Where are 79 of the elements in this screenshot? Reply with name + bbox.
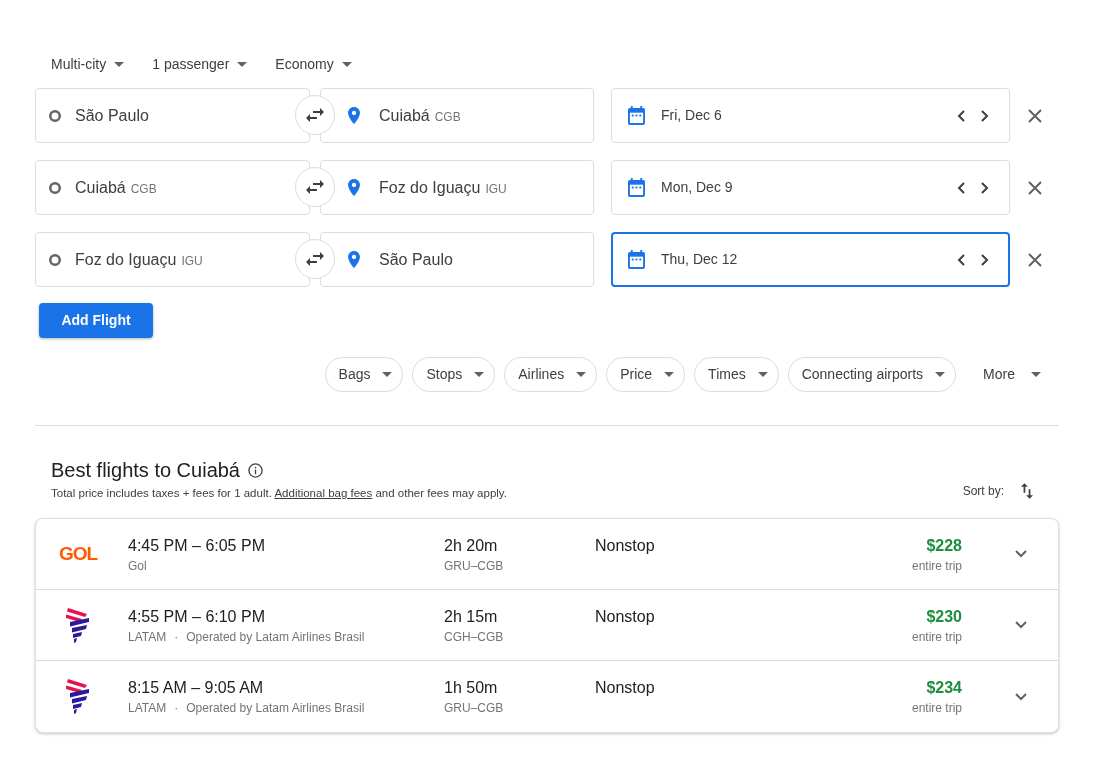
close-icon bbox=[1028, 180, 1042, 195]
caret-down-icon bbox=[237, 61, 248, 67]
route-codes: CGH–CGB bbox=[444, 629, 504, 645]
flight-times: 8:15 AM – 9:05 AM bbox=[128, 678, 264, 698]
caret-down-icon bbox=[1031, 372, 1041, 377]
airline-name: LATAM bbox=[128, 700, 167, 716]
separator-dot: · bbox=[174, 629, 179, 645]
date-field[interactable]: Thu, Dec 12 bbox=[611, 232, 1010, 287]
price-note: entire trip bbox=[911, 558, 962, 574]
flight-duration: 2h 15m bbox=[444, 607, 498, 627]
chevron-left-icon bbox=[957, 181, 965, 194]
bag-fees-link[interactable]: Additional bag fees bbox=[274, 487, 373, 499]
airline-logo: GOL bbox=[58, 543, 98, 565]
origin-field[interactable]: São Paulo bbox=[35, 88, 310, 143]
swap-icon bbox=[306, 252, 324, 266]
caret-down-icon bbox=[576, 372, 587, 377]
route-codes: GRU–CGB bbox=[444, 558, 504, 574]
swap-icon bbox=[306, 108, 324, 122]
swap-icon bbox=[306, 180, 324, 194]
dropdown-button[interactable]: Multi-city bbox=[35, 50, 137, 78]
stops-count: Nonstop bbox=[595, 678, 655, 698]
destination-field[interactable]: Cuiabá CGB bbox=[320, 88, 594, 143]
striped-logo-icon bbox=[66, 607, 90, 643]
ring-icon bbox=[49, 253, 61, 266]
ring-icon bbox=[49, 109, 61, 122]
chevron-right-icon bbox=[981, 109, 989, 122]
chevron-left-icon bbox=[957, 253, 965, 266]
more-button[interactable]: More bbox=[977, 357, 1047, 392]
location-pin-icon bbox=[348, 107, 360, 124]
flight-times: 4:45 PM – 6:05 PM bbox=[128, 536, 265, 556]
chevron-right-icon bbox=[981, 181, 989, 194]
flight-duration: 2h 20m bbox=[444, 536, 498, 556]
info-icon[interactable] bbox=[248, 462, 263, 478]
caret-down-icon bbox=[757, 372, 768, 377]
calendar-icon bbox=[628, 250, 645, 269]
flight-duration: 1h 50m bbox=[444, 678, 498, 698]
location-pin-icon bbox=[348, 251, 360, 268]
price-info-text: Total price includes taxes + fees for 1 adult. Additional bag fees and other fees may apply. bbox=[51, 486, 507, 501]
destination-field[interactable]: Foz do Iguaçu IGU bbox=[320, 160, 594, 215]
close-icon bbox=[1028, 108, 1042, 123]
striped-logo-icon bbox=[66, 679, 90, 714]
airline-name: Gol bbox=[128, 558, 147, 574]
calendar-icon bbox=[628, 106, 645, 125]
calendar-icon bbox=[628, 178, 645, 197]
dropdown-button[interactable]: Economy bbox=[259, 50, 364, 78]
caret-down-icon bbox=[664, 372, 675, 377]
caret-down-icon bbox=[114, 61, 125, 67]
operator-name: Operated by Latam Airlines Brasil bbox=[186, 629, 365, 645]
caret-down-icon bbox=[341, 61, 352, 67]
destination-field[interactable]: São Paulo bbox=[320, 232, 594, 287]
sort-icon bbox=[1021, 483, 1033, 499]
price-note: entire trip bbox=[911, 629, 962, 645]
date-field[interactable]: Mon, Dec 9 bbox=[611, 160, 1010, 215]
location-pin-icon bbox=[348, 179, 360, 196]
stops-count: Nonstop bbox=[595, 607, 655, 627]
price: $230 bbox=[926, 607, 962, 627]
origin-field[interactable]: Foz do Iguaçu IGU bbox=[35, 232, 310, 287]
date-field[interactable]: Fri, Dec 6 bbox=[611, 88, 1010, 143]
route-codes: GRU–CGB bbox=[444, 700, 504, 716]
section-title: Best flights to Cuiabá bbox=[51, 458, 240, 483]
operator-name: Operated by Latam Airlines Brasil bbox=[186, 700, 365, 716]
caret-down-icon bbox=[382, 372, 393, 377]
price: $234 bbox=[926, 678, 962, 698]
caret-down-icon bbox=[474, 372, 485, 377]
flight-times: 4:55 PM – 6:10 PM bbox=[128, 607, 265, 627]
chevron-right-icon bbox=[981, 253, 989, 266]
airline-name: LATAM bbox=[128, 629, 167, 645]
ring-icon bbox=[49, 181, 61, 194]
separator-dot: · bbox=[174, 700, 179, 716]
origin-field[interactable]: Cuiabá CGB bbox=[35, 160, 310, 215]
add-flight-button[interactable]: Add Flight bbox=[39, 303, 153, 338]
sort-button[interactable]: Sort by: bbox=[962, 481, 1033, 501]
price: $228 bbox=[926, 536, 962, 556]
stops-count: Nonstop bbox=[595, 536, 655, 556]
caret-down-icon bbox=[935, 372, 946, 377]
dropdown-button[interactable]: 1 passenger bbox=[136, 50, 260, 78]
price-note: entire trip bbox=[911, 700, 962, 716]
chevron-left-icon bbox=[957, 109, 965, 122]
close-icon bbox=[1028, 252, 1042, 267]
